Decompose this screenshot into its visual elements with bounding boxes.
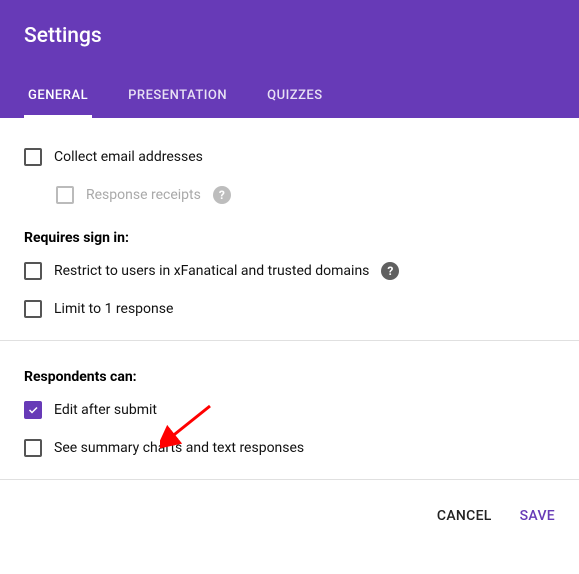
check-icon [27, 404, 39, 416]
help-icon[interactable]: ? [381, 262, 399, 280]
see-summary-checkbox[interactable] [24, 439, 42, 457]
respondents-heading: Respondents can: [24, 353, 555, 391]
save-button[interactable]: SAVE [520, 508, 555, 524]
cancel-button[interactable]: CANCEL [437, 508, 492, 524]
collect-email-checkbox[interactable] [24, 148, 42, 166]
edit-after-submit-label: Edit after submit [54, 402, 157, 418]
collect-email-label: Collect email addresses [54, 149, 203, 165]
tab-quizzes[interactable]: QUIZZES [263, 76, 327, 118]
tab-presentation[interactable]: PRESENTATION [124, 76, 231, 118]
settings-title: Settings [24, 24, 555, 48]
response-receipts-checkbox [56, 186, 74, 204]
divider [0, 479, 579, 480]
help-icon[interactable]: ? [213, 186, 231, 204]
limit-one-checkbox[interactable] [24, 300, 42, 318]
edit-after-submit-checkbox[interactable] [24, 401, 42, 419]
tab-general[interactable]: GENERAL [24, 76, 92, 118]
divider [0, 340, 579, 341]
see-summary-label: See summary charts and text responses [54, 440, 304, 456]
restrict-domain-label: Restrict to users in xFanatical and trus… [54, 263, 369, 279]
requires-signin-heading: Requires sign in: [24, 214, 555, 252]
response-receipts-label: Response receipts [86, 187, 201, 203]
tabs: GENERAL PRESENTATION QUIZZES [24, 76, 555, 118]
restrict-domain-checkbox[interactable] [24, 262, 42, 280]
limit-one-label: Limit to 1 response [54, 301, 173, 317]
